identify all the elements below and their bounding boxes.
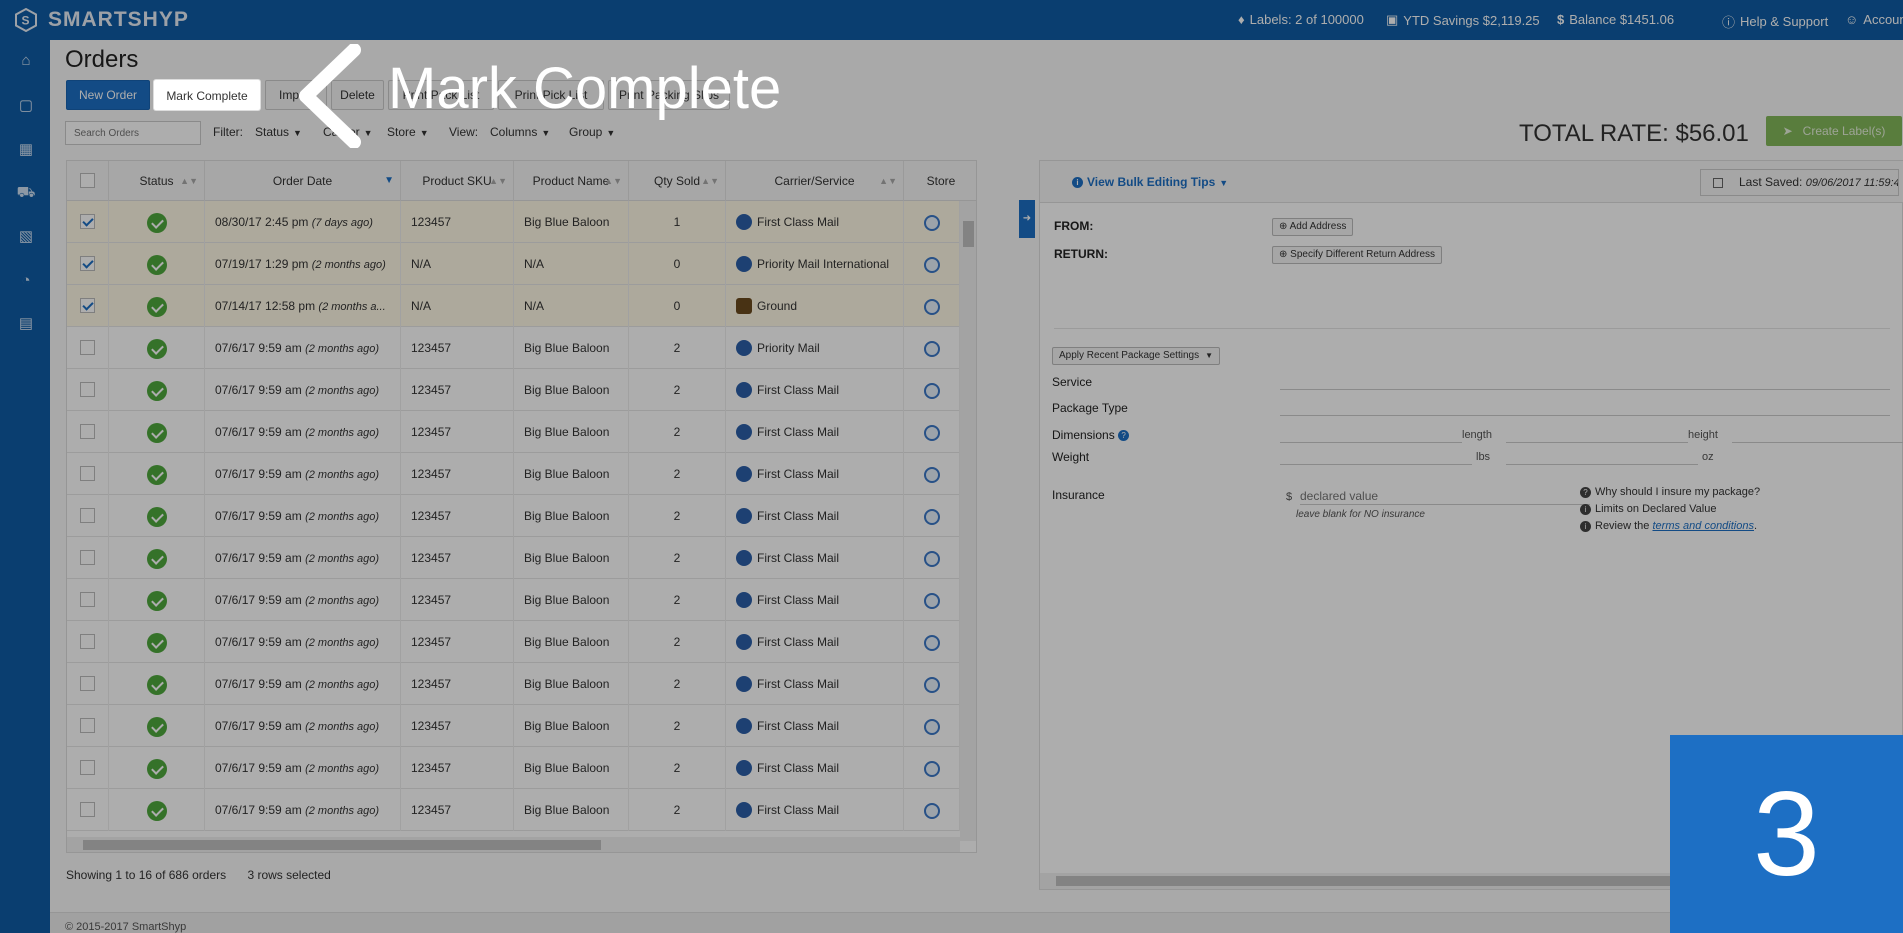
chevron-left-icon bbox=[299, 44, 361, 148]
mark-complete-button[interactable]: Mark Complete bbox=[154, 80, 260, 110]
step-number-badge: 3 bbox=[1670, 735, 1903, 933]
tutorial-overlay bbox=[0, 0, 1903, 933]
tutorial-callout: Mark Complete bbox=[388, 56, 782, 121]
